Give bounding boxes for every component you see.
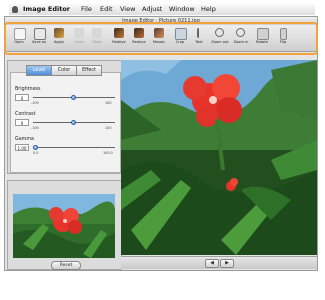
contrast-max: 100 [105,126,112,130]
tab-level[interactable]: Level [26,65,52,76]
tab-effect[interactable]: Effect [76,65,102,76]
brightness-min: -100 [31,101,39,105]
menu-adjust[interactable]: Adjust [142,4,162,15]
reset-button[interactable]: Reset [51,261,81,270]
menu-window[interactable]: Window [169,4,195,15]
adjust-panel: Brightness 0 -100 100 Contrast 0 -100 10… [7,60,122,174]
gamma-min: 0.0 [33,151,39,155]
menu-bar: Image Editor File Edit View Adjust Windo… [9,4,315,15]
gamma-label: Gamma [15,137,34,142]
previous-image-button[interactable]: ◀ [205,259,219,268]
preview-panel: Reset [7,180,122,270]
brightness-slider-thumb[interactable] [71,95,76,100]
menu-edit[interactable]: Edit [100,4,113,15]
main-image-canvas[interactable] [121,60,317,255]
menu-file[interactable]: File [81,4,92,15]
contrast-slider-thumb[interactable] [71,120,76,125]
apple-menu-icon[interactable] [12,6,18,13]
gamma-max: 100.0 [103,151,113,155]
brightness-max: 100 [105,101,112,105]
menu-view[interactable]: View [120,4,135,15]
brightness-value[interactable]: 0 [15,94,29,101]
brightness-label: Brightness [15,87,41,92]
image-nav-bar: ◀ ▶ [121,256,317,269]
level-settings: Brightness 0 -100 100 Contrast 0 -100 10… [10,72,121,173]
toolbar-highlight [4,22,318,55]
contrast-min: -100 [31,126,39,130]
gamma-value[interactable]: 1.00 [15,144,29,151]
gamma-slider-thumb[interactable] [33,145,38,150]
contrast-value[interactable]: 0 [15,119,29,126]
menu-help[interactable]: Help [201,4,216,15]
tab-color[interactable]: Color [51,65,77,76]
gamma-track[interactable] [33,147,115,148]
adjust-tabs: Level Color Effect [26,65,102,76]
next-image-button[interactable]: ▶ [220,259,234,268]
contrast-label: Contrast [15,112,36,117]
preview-thumbnail [13,194,115,258]
menu-app-name[interactable]: Image Editor [23,4,70,15]
